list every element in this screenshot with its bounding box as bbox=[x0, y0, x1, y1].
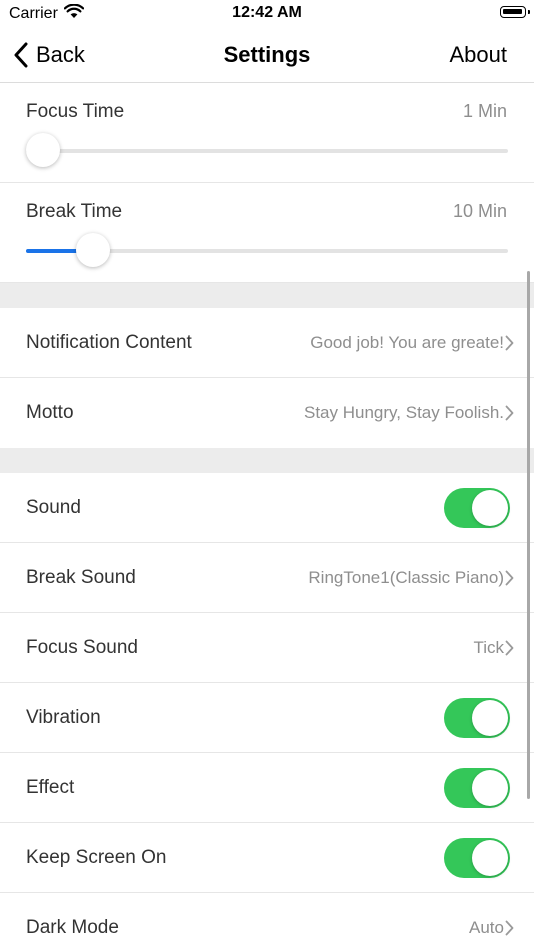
keep-screen-on-toggle[interactable] bbox=[444, 838, 510, 878]
motto-label: Motto bbox=[26, 402, 74, 423]
toggle-knob bbox=[472, 840, 508, 876]
vibration-toggle[interactable] bbox=[444, 698, 510, 738]
focus-sound-value: Tick bbox=[473, 638, 504, 657]
section-divider bbox=[0, 283, 534, 308]
break-time-row: Break Time 10 Min bbox=[0, 183, 534, 283]
dark-mode-row[interactable]: Dark Mode Auto bbox=[0, 893, 534, 950]
chevron-right-icon bbox=[505, 920, 514, 936]
chevron-right-icon bbox=[505, 570, 514, 586]
toggle-knob bbox=[472, 700, 508, 736]
focus-time-row: Focus Time 1 Min bbox=[0, 83, 534, 183]
about-button[interactable]: About bbox=[450, 42, 508, 68]
chevron-right-icon bbox=[505, 335, 514, 351]
break-time-slider[interactable] bbox=[26, 233, 508, 267]
scrollbar[interactable] bbox=[527, 271, 530, 799]
dark-mode-label: Dark Mode bbox=[26, 917, 119, 938]
keep-screen-on-row: Keep Screen On bbox=[0, 823, 534, 893]
break-sound-row[interactable]: Break Sound RingTone1(Classic Piano) bbox=[0, 543, 534, 613]
sound-toggle[interactable] bbox=[444, 488, 510, 528]
toggle-knob bbox=[472, 770, 508, 806]
effect-row: Effect bbox=[0, 753, 534, 823]
section-divider bbox=[0, 448, 534, 473]
slider-thumb[interactable] bbox=[76, 233, 111, 267]
break-sound-label: Break Sound bbox=[26, 567, 136, 588]
toggle-knob bbox=[472, 490, 508, 526]
battery-icon bbox=[500, 6, 530, 18]
focus-time-label: Focus Time bbox=[26, 101, 125, 122]
notification-content-row[interactable]: Notification Content Good job! You are g… bbox=[0, 308, 534, 378]
break-time-value: 10 Min bbox=[452, 201, 507, 221]
dark-mode-value: Auto bbox=[469, 918, 504, 937]
chevron-right-icon bbox=[505, 405, 514, 421]
break-time-label: Break Time bbox=[26, 201, 123, 222]
motto-value: Stay Hungry, Stay Foolish. bbox=[304, 403, 504, 422]
status-bar: Carrier 12:42 AM bbox=[0, 0, 534, 30]
sound-row: Sound bbox=[0, 473, 534, 543]
effect-toggle[interactable] bbox=[444, 768, 510, 808]
focus-sound-label: Focus Sound bbox=[26, 637, 138, 658]
navigation-bar: Back Settings About bbox=[0, 30, 534, 83]
keep-screen-on-label: Keep Screen On bbox=[26, 847, 167, 868]
back-label: Back bbox=[36, 42, 85, 67]
chevron-right-icon bbox=[505, 640, 514, 656]
chevron-left-icon bbox=[14, 42, 28, 68]
settings-list[interactable]: Focus Time 1 Min Break Time 10 Min Notif… bbox=[0, 83, 534, 950]
break-sound-value: RingTone1(Classic Piano) bbox=[308, 568, 504, 587]
notification-content-label: Notification Content bbox=[26, 332, 192, 353]
notification-content-value: Good job! You are greate! bbox=[310, 333, 504, 352]
motto-row[interactable]: Motto Stay Hungry, Stay Foolish. bbox=[0, 378, 534, 448]
vibration-row: Vibration bbox=[0, 683, 534, 753]
vibration-label: Vibration bbox=[26, 707, 101, 728]
effect-label: Effect bbox=[26, 777, 75, 798]
status-time: 12:42 AM bbox=[232, 4, 302, 21]
focus-time-slider[interactable] bbox=[26, 133, 508, 167]
slider-thumb[interactable] bbox=[26, 133, 60, 167]
focus-sound-row[interactable]: Focus Sound Tick bbox=[0, 613, 534, 683]
back-button[interactable]: Back bbox=[14, 40, 85, 70]
focus-time-value: 1 Min bbox=[462, 101, 507, 121]
sound-label: Sound bbox=[26, 497, 81, 518]
